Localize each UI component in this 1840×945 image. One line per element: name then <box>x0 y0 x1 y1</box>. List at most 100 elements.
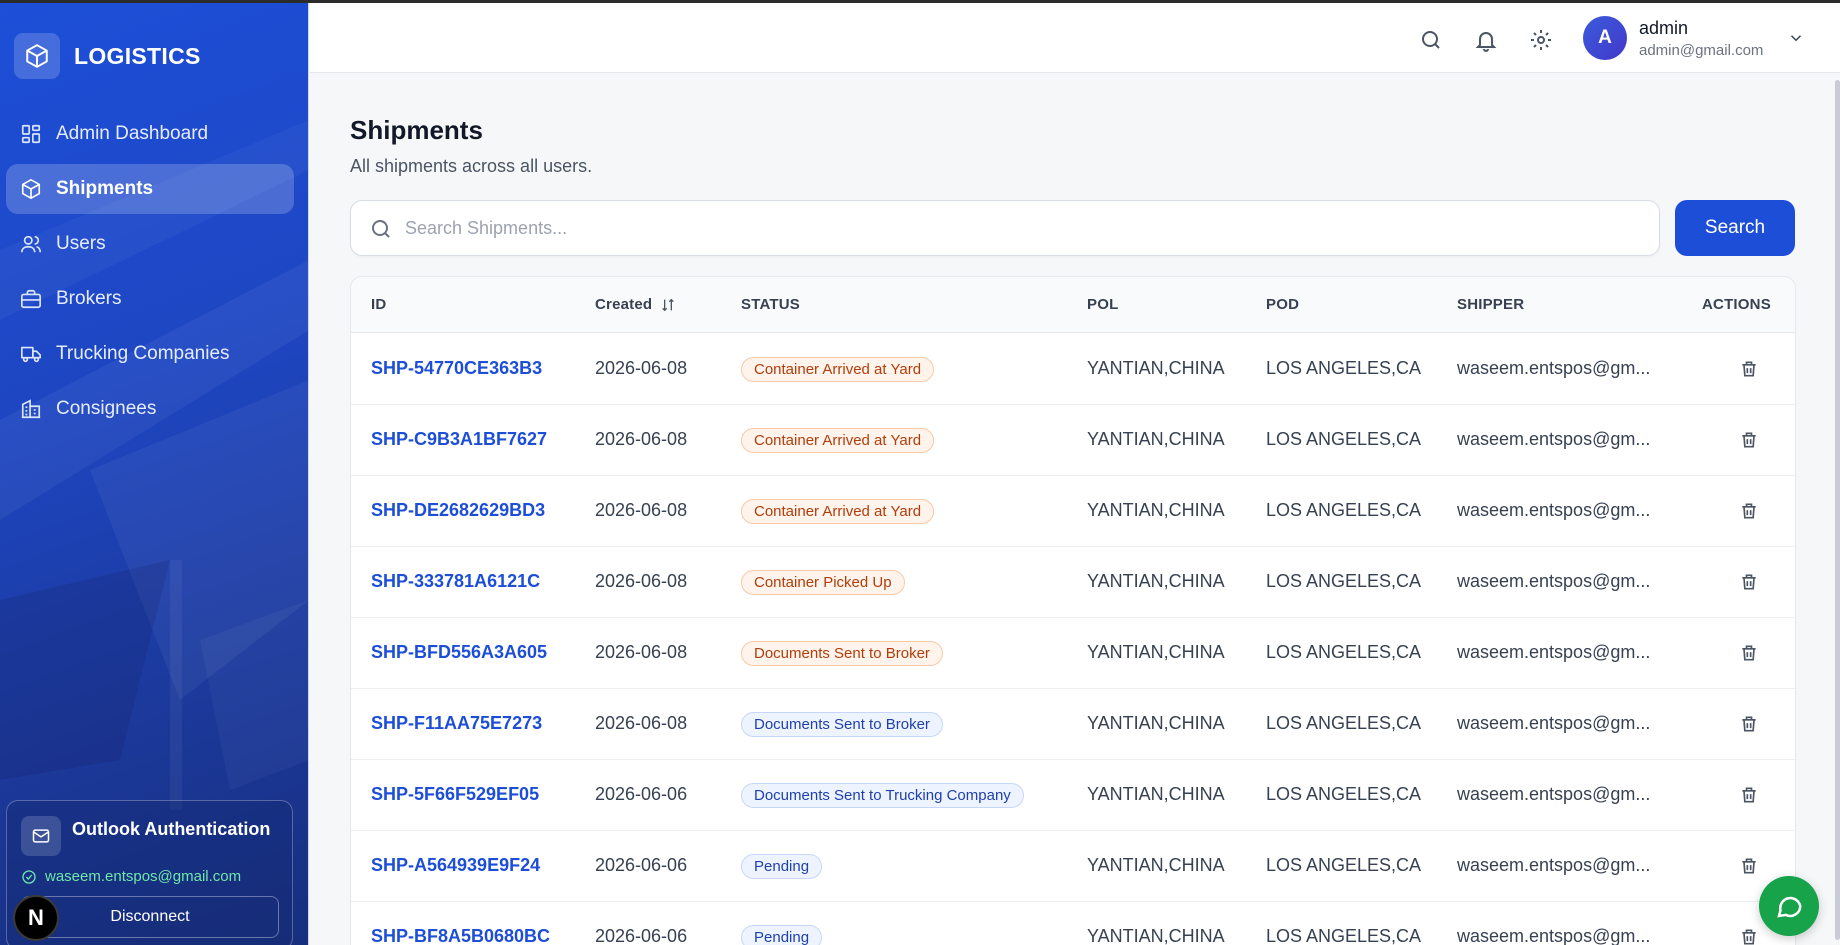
shipper-cell: waseem.entspos@gm... <box>1457 784 1651 804</box>
column-header-status[interactable]: STATUS <box>741 296 800 313</box>
table-row[interactable]: SHP-BFD556A3A605 2026-06-08 Documents Sent… <box>351 618 1795 689</box>
sidebar-item-label: Shipments <box>56 178 154 199</box>
column-header-created[interactable]: Created <box>595 296 676 313</box>
search-button[interactable]: Search <box>1675 200 1795 256</box>
trash-icon[interactable] <box>1736 427 1762 453</box>
user-name: admin <box>1639 18 1689 38</box>
status-badge: Container Picked Up <box>741 570 905 595</box>
status-badge: Documents Sent to Broker <box>741 641 943 666</box>
created-date: 2026-06-08 <box>595 642 688 662</box>
table-header: ID Created STATUS POL POD SHIPPER ACTION… <box>351 277 1795 333</box>
sidebar-item-label: Brokers <box>56 288 122 309</box>
sidebar-item-shipments[interactable]: Shipments <box>6 164 294 214</box>
column-header-pod[interactable]: POD <box>1266 296 1299 313</box>
search-icon <box>372 220 390 238</box>
shipment-id-link[interactable]: SHP-333781A6121C <box>371 571 540 592</box>
status-badge: Documents Sent to Trucking Company <box>741 783 1024 808</box>
sort-icon[interactable] <box>660 297 676 313</box>
shipment-id-link[interactable]: SHP-5F66F529EF05 <box>371 784 539 805</box>
column-header-shipper[interactable]: SHIPPER <box>1457 296 1524 313</box>
search-icon[interactable] <box>1418 27 1444 53</box>
pod-cell: LOS ANGELES,CA <box>1266 926 1422 945</box>
shipper-cell: waseem.entspos@gm... <box>1457 358 1651 378</box>
pod-cell: LOS ANGELES,CA <box>1266 855 1422 875</box>
briefcase-icon <box>21 289 41 309</box>
table-row[interactable]: SHP-5F66F529EF05 2026-06-06 Documents Sent… <box>351 760 1795 831</box>
pod-cell: LOS ANGELES,CA <box>1266 713 1422 733</box>
shipper-cell: waseem.entspos@gm... <box>1457 642 1651 662</box>
pod-cell: LOS ANGELES,CA <box>1266 500 1422 520</box>
trash-icon[interactable] <box>1736 853 1762 879</box>
trash-icon[interactable] <box>1736 924 1762 945</box>
outlook-auth-title: Outlook Authentication <box>72 819 271 839</box>
nextjs-dev-badge[interactable]: N <box>13 895 59 941</box>
window-top-border <box>0 0 1840 3</box>
table-row[interactable]: SHP-333781A6121C 2026-06-08 Container Pick… <box>351 547 1795 618</box>
table-row[interactable]: SHP-A564939E9F24 2026-06-06 Pending YANTIAN… <box>351 831 1795 902</box>
shipment-id-link[interactable]: SHP-A564939E9F24 <box>371 855 540 876</box>
table-row[interactable]: SHP-BF8A5B0680BC 2026-06-06 Pending YANTIAN… <box>351 902 1795 945</box>
pol-cell: YANTIAN,CHINA <box>1087 713 1225 733</box>
shipper-cell: waseem.entspos@gm... <box>1457 855 1651 875</box>
shipment-id-link[interactable]: SHP-DE2682629BD3 <box>371 500 545 521</box>
gear-icon[interactable] <box>1528 27 1554 53</box>
trash-icon[interactable] <box>1736 569 1762 595</box>
sidebar-item-brokers[interactable]: Brokers <box>6 274 294 324</box>
sidebar-item-trucking-companies[interactable]: Trucking Companies <box>6 329 294 379</box>
page-scrollbar[interactable] <box>1835 80 1840 940</box>
box-icon <box>21 179 41 199</box>
pol-cell: YANTIAN,CHINA <box>1087 429 1225 449</box>
created-date: 2026-06-08 <box>595 429 688 449</box>
column-header-pol[interactable]: POL <box>1087 296 1118 313</box>
sidebar-nav: Admin Dashboard Shipments Users Brokers … <box>6 109 294 439</box>
sidebar-item-label: Consignees <box>56 398 157 419</box>
pod-cell: LOS ANGELES,CA <box>1266 784 1422 804</box>
created-date: 2026-06-08 <box>595 571 688 591</box>
sidebar-item-consignees[interactable]: Consignees <box>6 384 294 434</box>
mail-icon <box>21 816 61 856</box>
chevron-down-icon[interactable] <box>1787 29 1805 52</box>
table-row[interactable]: SHP-F11AA75E7273 2026-06-08 Documents Sent… <box>351 689 1795 760</box>
user-email: admin@gmail.com <box>1639 42 1764 59</box>
pod-cell: LOS ANGELES,CA <box>1266 642 1422 662</box>
column-header-id[interactable]: ID <box>371 296 386 313</box>
pol-cell: YANTIAN,CHINA <box>1087 642 1225 662</box>
shipment-id-link[interactable]: SHP-54770CE363B3 <box>371 358 542 379</box>
table-row[interactable]: SHP-54770CE363B3 2026-06-08 Container Arri… <box>351 334 1795 405</box>
shipper-cell: waseem.entspos@gm... <box>1457 571 1651 591</box>
shipper-cell: waseem.entspos@gm... <box>1457 713 1651 733</box>
sidebar-item-admin-dashboard[interactable]: Admin Dashboard <box>6 109 294 159</box>
status-badge: Pending <box>741 925 823 945</box>
brand[interactable]: LOGISTICS <box>14 33 201 79</box>
created-date: 2026-06-06 <box>595 926 688 945</box>
shipment-id-link[interactable]: SHP-C9B3A1BF7627 <box>371 429 547 450</box>
table-row[interactable]: SHP-C9B3A1BF7627 2026-06-08 Container Arri… <box>351 405 1795 476</box>
pol-cell: YANTIAN,CHINA <box>1087 358 1225 378</box>
bell-icon[interactable] <box>1473 27 1499 53</box>
main-content: Shipments All shipments across all users… <box>310 73 1840 945</box>
users-icon <box>21 235 41 253</box>
trash-icon[interactable] <box>1736 711 1762 737</box>
avatar[interactable]: A <box>1583 16 1627 60</box>
search-input[interactable] <box>405 201 1645 255</box>
sidebar-item-label: Trucking Companies <box>56 343 230 364</box>
column-header-created-label: Created <box>595 296 653 313</box>
created-date: 2026-06-06 <box>595 784 688 804</box>
trash-icon[interactable] <box>1736 356 1762 382</box>
shipment-id-link[interactable]: SHP-BF8A5B0680BC <box>371 926 550 945</box>
truck-icon <box>21 346 41 363</box>
disconnect-button[interactable]: Disconnect <box>21 896 279 938</box>
trash-icon[interactable] <box>1736 498 1762 524</box>
dashboard-icon <box>21 124 41 144</box>
shipment-id-link[interactable]: SHP-BFD556A3A605 <box>371 642 547 663</box>
shipper-cell: waseem.entspos@gm... <box>1457 429 1651 449</box>
shipment-id-link[interactable]: SHP-F11AA75E7273 <box>371 713 542 734</box>
check-circle-icon <box>22 869 36 884</box>
building-icon <box>21 399 41 419</box>
table-row[interactable]: SHP-DE2682629BD3 2026-06-08 Container Arri… <box>351 476 1795 547</box>
trash-icon[interactable] <box>1736 782 1762 808</box>
trash-icon[interactable] <box>1736 640 1762 666</box>
status-badge: Container Arrived at Yard <box>741 499 935 524</box>
chat-button[interactable] <box>1759 876 1819 936</box>
sidebar-item-users[interactable]: Users <box>6 219 294 269</box>
